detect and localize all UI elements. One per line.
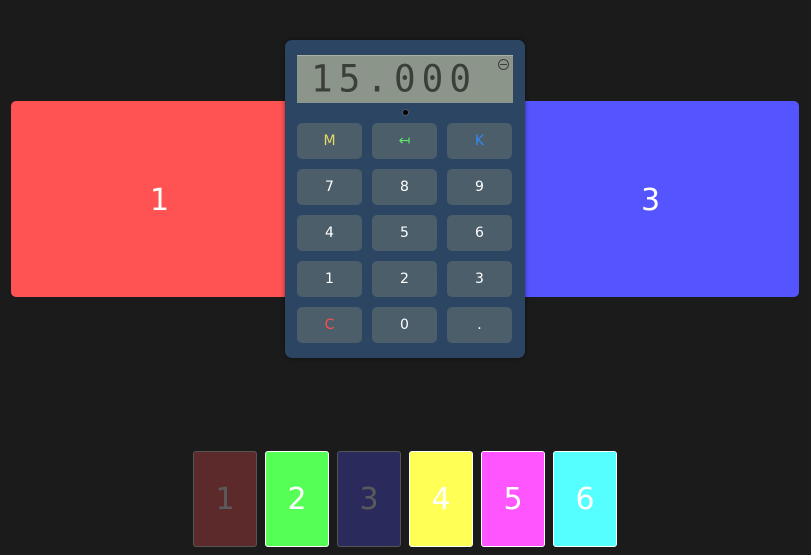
thumbnail-strip: 1 2 3 4 5 6: [193, 451, 617, 547]
calculator-display: 15.000: [297, 55, 513, 103]
slide-panel-label: 1: [150, 183, 170, 218]
display-value: 15.000: [310, 57, 477, 101]
backspace-key[interactable]: ↤: [372, 123, 437, 159]
thumbnail-label: 4: [431, 481, 451, 517]
digit-8-key[interactable]: 8: [372, 169, 437, 205]
digit-6-key[interactable]: 6: [447, 215, 512, 251]
digit-4-key[interactable]: 4: [297, 215, 362, 251]
thumbnail-label: 2: [287, 481, 307, 517]
slide-panel-3[interactable]: 3: [500, 101, 799, 297]
digit-9-key[interactable]: 9: [447, 169, 512, 205]
slide-panel-label: 3: [641, 183, 661, 218]
thumbnail-label: 1: [215, 481, 235, 517]
clear-key[interactable]: C: [297, 307, 362, 343]
digit-3-key[interactable]: 3: [447, 261, 512, 297]
digit-1-key[interactable]: 1: [297, 261, 362, 297]
thumbnail-label: 3: [359, 481, 379, 517]
memory-key[interactable]: M: [297, 123, 362, 159]
thumbnail-label: 6: [575, 481, 595, 517]
thumbnail-3[interactable]: 3: [337, 451, 401, 547]
digit-7-key[interactable]: 7: [297, 169, 362, 205]
digit-5-key[interactable]: 5: [372, 215, 437, 251]
app-stage: 1 3 15.000 M ↤ K 7 8 9 4 5 6 1 2 3 C 0. 123456: [0, 0, 811, 555]
digit-2-key[interactable]: 2: [372, 261, 437, 297]
thumbnail-1[interactable]: 1: [193, 451, 257, 547]
battery-indicator-icon: [498, 59, 509, 70]
thumbnail-4[interactable]: 4: [409, 451, 473, 547]
thumbnail-6[interactable]: 6: [553, 451, 617, 547]
thumbnail-label: 5: [503, 481, 523, 517]
slide-panel-1[interactable]: 1: [11, 101, 311, 297]
thumbnail-2[interactable]: 2: [265, 451, 329, 547]
decimal-point-key[interactable]: .: [447, 307, 512, 343]
thumbnail-5[interactable]: 5: [481, 451, 545, 547]
calculator: 15.000 M ↤ K 7 8 9 4 5 6 1 2 3 C 0.: [285, 40, 525, 358]
calculator-keypad: M ↤ K 7 8 9 4 5 6 1 2 3 C 0.: [297, 123, 513, 343]
digit-0-key[interactable]: 0: [372, 307, 437, 343]
k-key[interactable]: K: [447, 123, 512, 159]
solar-sensor-icon: [402, 109, 409, 116]
